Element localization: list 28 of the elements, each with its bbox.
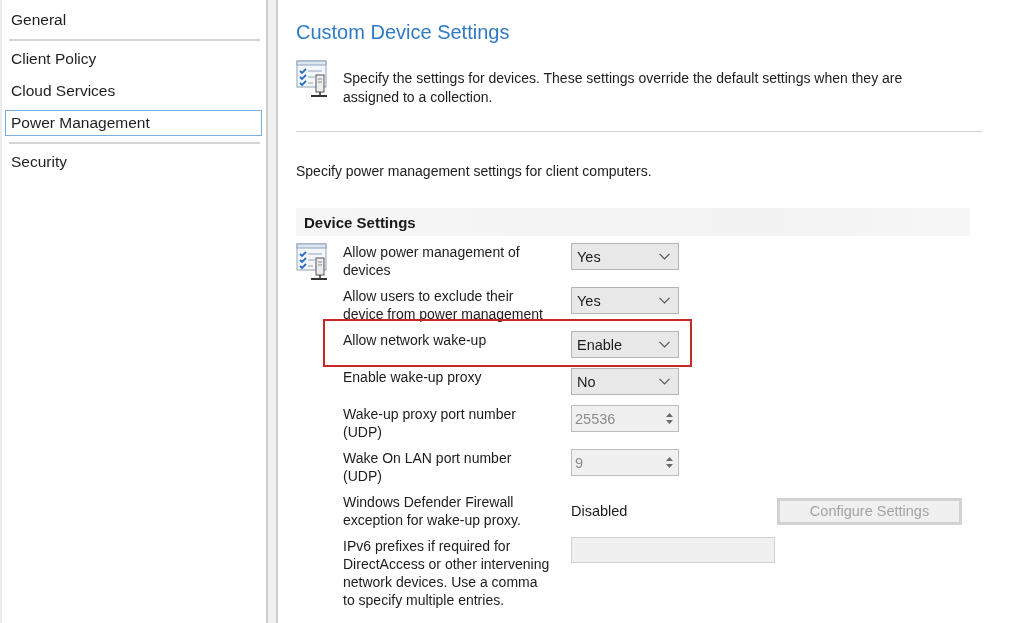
sidebar-item[interactable]: Security [5, 149, 262, 175]
dropdown[interactable]: Yes [571, 243, 679, 270]
dropdown[interactable]: No [571, 368, 679, 395]
setting-label: Allow power management of devices [343, 243, 521, 279]
sidebar-item[interactable]: Power Management [5, 110, 262, 136]
setting-label: Allow network wake-up [343, 331, 488, 349]
setting-label: Allow users to exclude their device from power management [343, 287, 544, 323]
dropdown[interactable]: Yes [571, 287, 679, 314]
setting-label: Wake On LAN port number (UDP) [343, 449, 513, 485]
chevron-down-icon [659, 378, 670, 385]
page-title: Custom Device Settings [296, 20, 510, 44]
chevron-down-icon [659, 253, 670, 260]
settings-list-icon [296, 60, 328, 98]
settings-list-icon [296, 243, 328, 281]
chevron-down-icon [659, 341, 670, 348]
setting-label: Enable wake-up proxy [343, 368, 483, 386]
sidebar-item[interactable]: Cloud Services [5, 78, 262, 104]
setting-label: Wake-up proxy port number (UDP) [343, 405, 517, 441]
setting-label: Windows Defender Firewall exception for wake-up proxy. [343, 493, 522, 529]
description-text: Specify power management settings for client computers. [296, 162, 652, 180]
setting-label: IPv6 prefixes if required for DirectAccess or other intervening network devices. Use a comma to specify multiple entries. [343, 537, 551, 609]
sidebar-item[interactable]: Client Policy [5, 46, 262, 72]
sidebar-item[interactable]: General [5, 7, 262, 33]
intro-text: Specify the settings for devices. These settings override the default settings when they are assigned to a collection. [343, 69, 904, 107]
status-text: Disabled [571, 503, 629, 519]
section-heading: Device Settings [304, 213, 416, 231]
dropdown[interactable]: Enable [571, 331, 679, 358]
chevron-down-icon [659, 297, 670, 304]
